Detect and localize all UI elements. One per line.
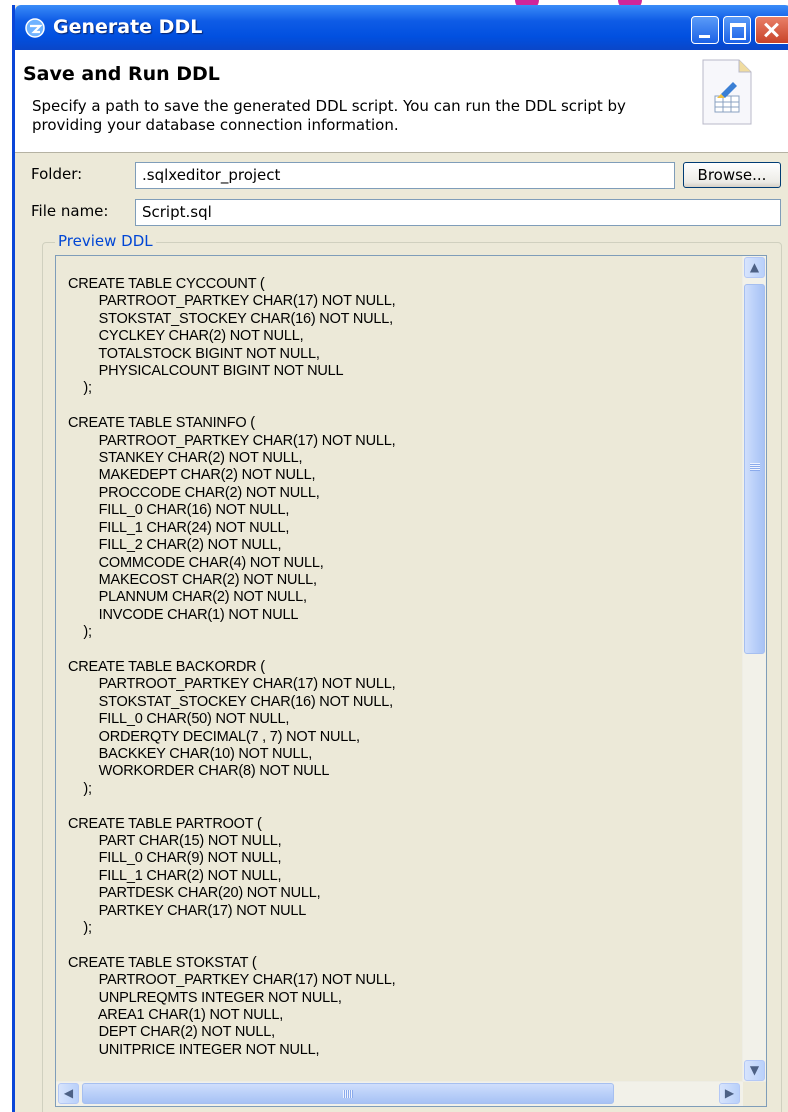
browse-button[interactable]: Browse... [683, 162, 781, 188]
page-description: Specify a path to save the generated DDL… [32, 97, 626, 134]
arrow-left-icon[interactable]: ◀ [58, 1083, 79, 1104]
arrow-down-icon[interactable]: ▼ [744, 1060, 765, 1081]
filename-field[interactable]: Script.sql [135, 199, 781, 226]
folder-label: Folder: [31, 165, 83, 183]
folder-field[interactable]: .sqlxeditor_project [135, 162, 675, 189]
page-title: Save and Run DDL [23, 63, 220, 85]
title-bar[interactable]: Generate DDL [15, 5, 788, 50]
app-icon [25, 18, 45, 38]
horizontal-scrollbar[interactable]: ◀ ▶ [56, 1081, 766, 1106]
ddl-text[interactable]: CREATE TABLE CYCCOUNT ( PARTROOT_PARTKEY… [68, 276, 396, 1059]
generate-ddl-dialog: Generate DDL Save and Run DDL Specify a … [12, 5, 788, 1112]
vertical-scroll-thumb[interactable] [744, 284, 765, 654]
scrollbar-corner [743, 1082, 766, 1106]
window-title: Generate DDL [53, 16, 203, 38]
minimize-icon[interactable] [691, 16, 719, 44]
preview-group-label: Preview DDL [55, 232, 156, 250]
arrow-up-icon[interactable]: ▲ [744, 257, 765, 278]
horizontal-scroll-thumb[interactable] [82, 1083, 614, 1104]
arrow-right-icon[interactable]: ▶ [719, 1083, 740, 1104]
wizard-table-icon [702, 59, 752, 125]
ddl-preview-area[interactable]: CREATE TABLE CYCCOUNT ( PARTROOT_PARTKEY… [55, 255, 767, 1107]
close-icon[interactable] [755, 16, 788, 44]
maximize-icon[interactable] [723, 16, 751, 44]
wizard-header: Save and Run DDL Specify a path to save … [15, 50, 788, 153]
vertical-scrollbar[interactable]: ▲ ▼ [742, 256, 766, 1082]
filename-label: File name: [31, 202, 109, 220]
